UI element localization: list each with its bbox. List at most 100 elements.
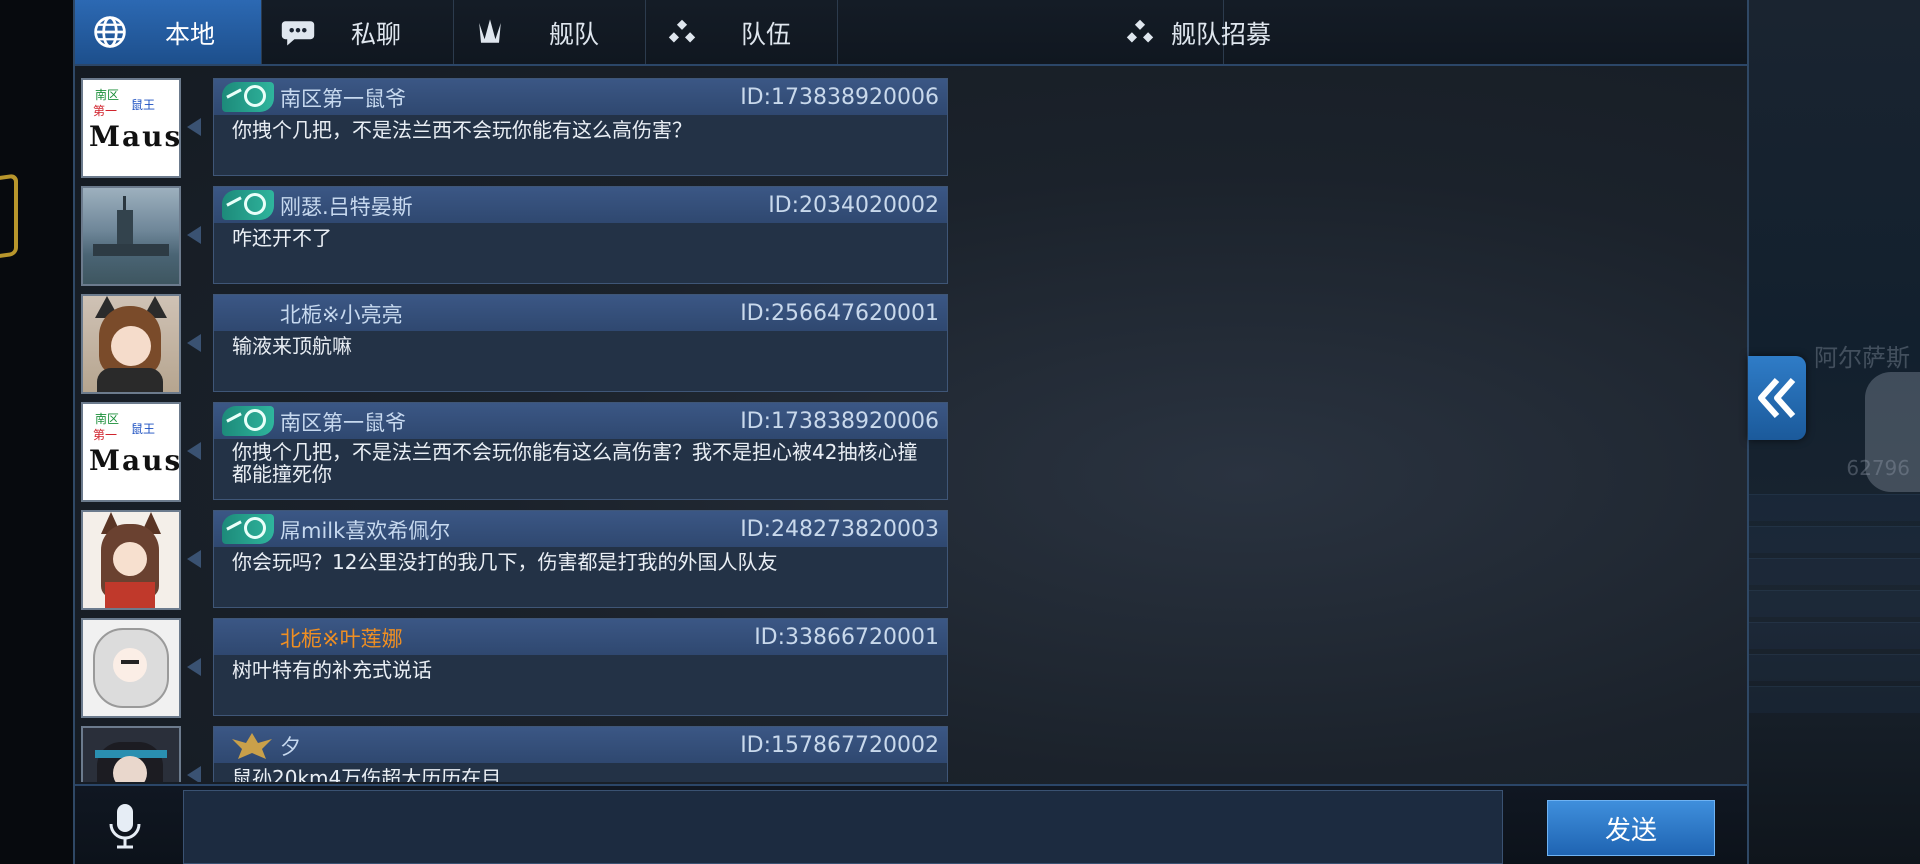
list-item: 屌milk喜欢希佩尔 ID:248273820003 你会玩吗？12公里没打的我… [75,506,955,610]
avatar-face [113,756,147,782]
avatar-body [97,368,163,392]
globe-icon [94,16,126,48]
sender-id: ID:33866720001 [754,625,939,650]
sender-name[interactable]: 屌milk喜欢希佩尔 [280,515,450,545]
avatar-logo-text: 第一 [93,428,118,442]
tab-local[interactable]: 本地 [75,0,262,64]
double-chevron-left-icon [1758,378,1796,418]
bubble-pointer [187,550,201,568]
bubble-pointer [187,658,201,676]
sender-name[interactable]: 南区第一鼠爷 [280,83,406,113]
bubble-pointer [187,334,201,352]
message-header: 北栀※叶莲娜 ID:33866720001 [214,619,947,655]
message-input[interactable] [183,790,1503,864]
chat-panel: 本地 私聊 舰队 队伍 舰队招募 南区 第一 鼠王 Maus 南区第一鼠爷 ID… [73,0,1749,864]
game-screen: 阿尔萨斯 62796 本地 私聊 舰队 队伍 舰队招募 南区 第一 鼠王 Mau… [0,0,1920,864]
avatar-face [111,326,151,366]
green-badge-icon [222,82,274,112]
avatar-logo-text: Maus [89,444,181,477]
message-bubble: 夕 ID:157867720002 鼠孙20km4万伤超大历历在目 [213,726,948,782]
message-bubble: 北栀※小亮亮 ID:256647620001 输液来顶航嘛 [213,294,948,392]
avatar-logo-text: 鼠王 [131,98,156,112]
bg-row [1745,622,1920,649]
microphone-icon[interactable] [105,802,145,850]
sender-name[interactable]: 北栀※叶莲娜 [280,623,403,653]
tab-fleet[interactable]: 舰队 [455,0,646,64]
avatar-logo-text: 南区 [95,412,120,426]
bg-row [1745,590,1920,617]
message-header: 北栀※小亮亮 ID:256647620001 [214,295,947,331]
avatar[interactable] [81,618,181,718]
ship-tower [117,210,133,246]
team-dots-icon [1126,19,1154,43]
avatar-logo-text: 南区 [95,88,120,102]
sender-name[interactable]: 夕 [280,731,301,761]
sender-id: ID:2034020002 [768,193,939,218]
send-button[interactable]: 发送 [1547,800,1715,856]
tab-private-chat[interactable]: 私聊 [263,0,454,64]
message-header: 南区第一鼠爷 ID:173838920006 [214,403,947,439]
message-bubble: 北栀※叶莲娜 ID:33866720001 树叶特有的补充式说话 [213,618,948,716]
tab-fleet-recruit[interactable]: 舰队招募 [839,0,1271,64]
bg-row [1745,494,1920,521]
bubble-pointer [187,766,201,782]
tab-team[interactable]: 队伍 [647,0,838,64]
chat-tab-bar: 本地 私聊 舰队 队伍 舰队招募 [75,0,1747,66]
message-text: 你拽个几把，不是法兰西不会玩你能有这么高伤害？我不是担心被42抽核心撞都能撞死你 [232,440,918,486]
fleet-emblem-icon [479,19,501,43]
message-header: 南区第一鼠爷 ID:173838920006 [214,79,947,115]
bg-row [1745,686,1920,713]
list-item: 夕 ID:157867720002 鼠孙20km4万伤超大历历在目 [75,722,955,782]
avatar-face [113,542,147,576]
sender-id: ID:248273820003 [740,517,939,542]
message-bubble: 刚瑟.吕特晏斯 ID:2034020002 咋还开不了 [213,186,948,284]
avatar[interactable]: 南区 第一 鼠王 Maus [81,78,181,178]
chat-input-bar: 发送 [75,784,1747,864]
message-header: 屌milk喜欢希佩尔 ID:248273820003 [214,511,947,547]
sender-name[interactable]: 南区第一鼠爷 [280,407,406,437]
sender-id: ID:157867720002 [740,733,939,758]
list-item: 南区 第一 鼠王 Maus 南区第一鼠爷 ID:173838920006 你拽个… [75,398,955,502]
bg-round-button [1865,372,1920,492]
sender-id: ID:256647620001 [740,301,939,326]
message-text: 输液来顶航嘛 [232,334,352,358]
avatar[interactable]: 南区 第一 鼠王 Maus [81,402,181,502]
list-item: 南区 第一 鼠王 Maus 南区第一鼠爷 ID:173838920006 你拽个… [75,74,955,178]
message-text: 你会玩吗？12公里没打的我几下，伤害都是打我的外国人队友 [232,550,778,574]
avatar-face [113,648,147,682]
avatar[interactable] [81,726,181,782]
message-text: 树叶特有的补充式说话 [232,658,432,682]
chat-bubble-icon [281,21,315,46]
message-text: 你拽个几把，不是法兰西不会玩你能有这么高伤害？ [232,118,692,142]
message-text: 鼠孙20km4万伤超大历历在目 [232,766,502,782]
bg-row [1745,558,1920,585]
bubble-pointer [187,442,201,460]
message-bubble: 南区第一鼠爷 ID:173838920006 你拽个几把，不是法兰西不会玩你能有… [213,402,948,500]
avatar[interactable] [81,510,181,610]
avatar[interactable] [81,294,181,394]
avatar[interactable] [81,186,181,286]
tab-label: 队伍 [741,20,792,49]
team-dots-icon [668,19,696,43]
sender-id: ID:173838920006 [740,409,939,434]
message-text: 咋还开不了 [232,226,332,250]
green-badge-icon [222,514,274,544]
avatar-eyes [121,660,139,664]
avatar-clothes [105,582,155,608]
message-header: 夕 ID:157867720002 [214,727,947,763]
bg-ship-name: 阿尔萨斯 [1814,344,1910,372]
avatar-logo-text: Maus [89,120,181,153]
sender-id: ID:173838920006 [740,85,939,110]
message-list[interactable]: 南区 第一 鼠王 Maus 南区第一鼠爷 ID:173838920006 你拽个… [75,66,1747,782]
sender-name[interactable]: 北栀※小亮亮 [280,299,403,329]
ship-hull [93,244,169,256]
bg-row [1745,526,1920,553]
list-item: 北栀※叶莲娜 ID:33866720001 树叶特有的补充式说话 [75,614,955,718]
list-item: 北栀※小亮亮 ID:256647620001 输液来顶航嘛 [75,290,955,394]
sender-name[interactable]: 刚瑟.吕特晏斯 [280,191,413,221]
tab-label: 本地 [165,20,216,49]
avatar-logo-text: 第一 [93,104,118,118]
green-badge-icon [222,190,274,220]
collapse-panel-button[interactable] [1748,356,1806,440]
bubble-pointer [187,226,201,244]
